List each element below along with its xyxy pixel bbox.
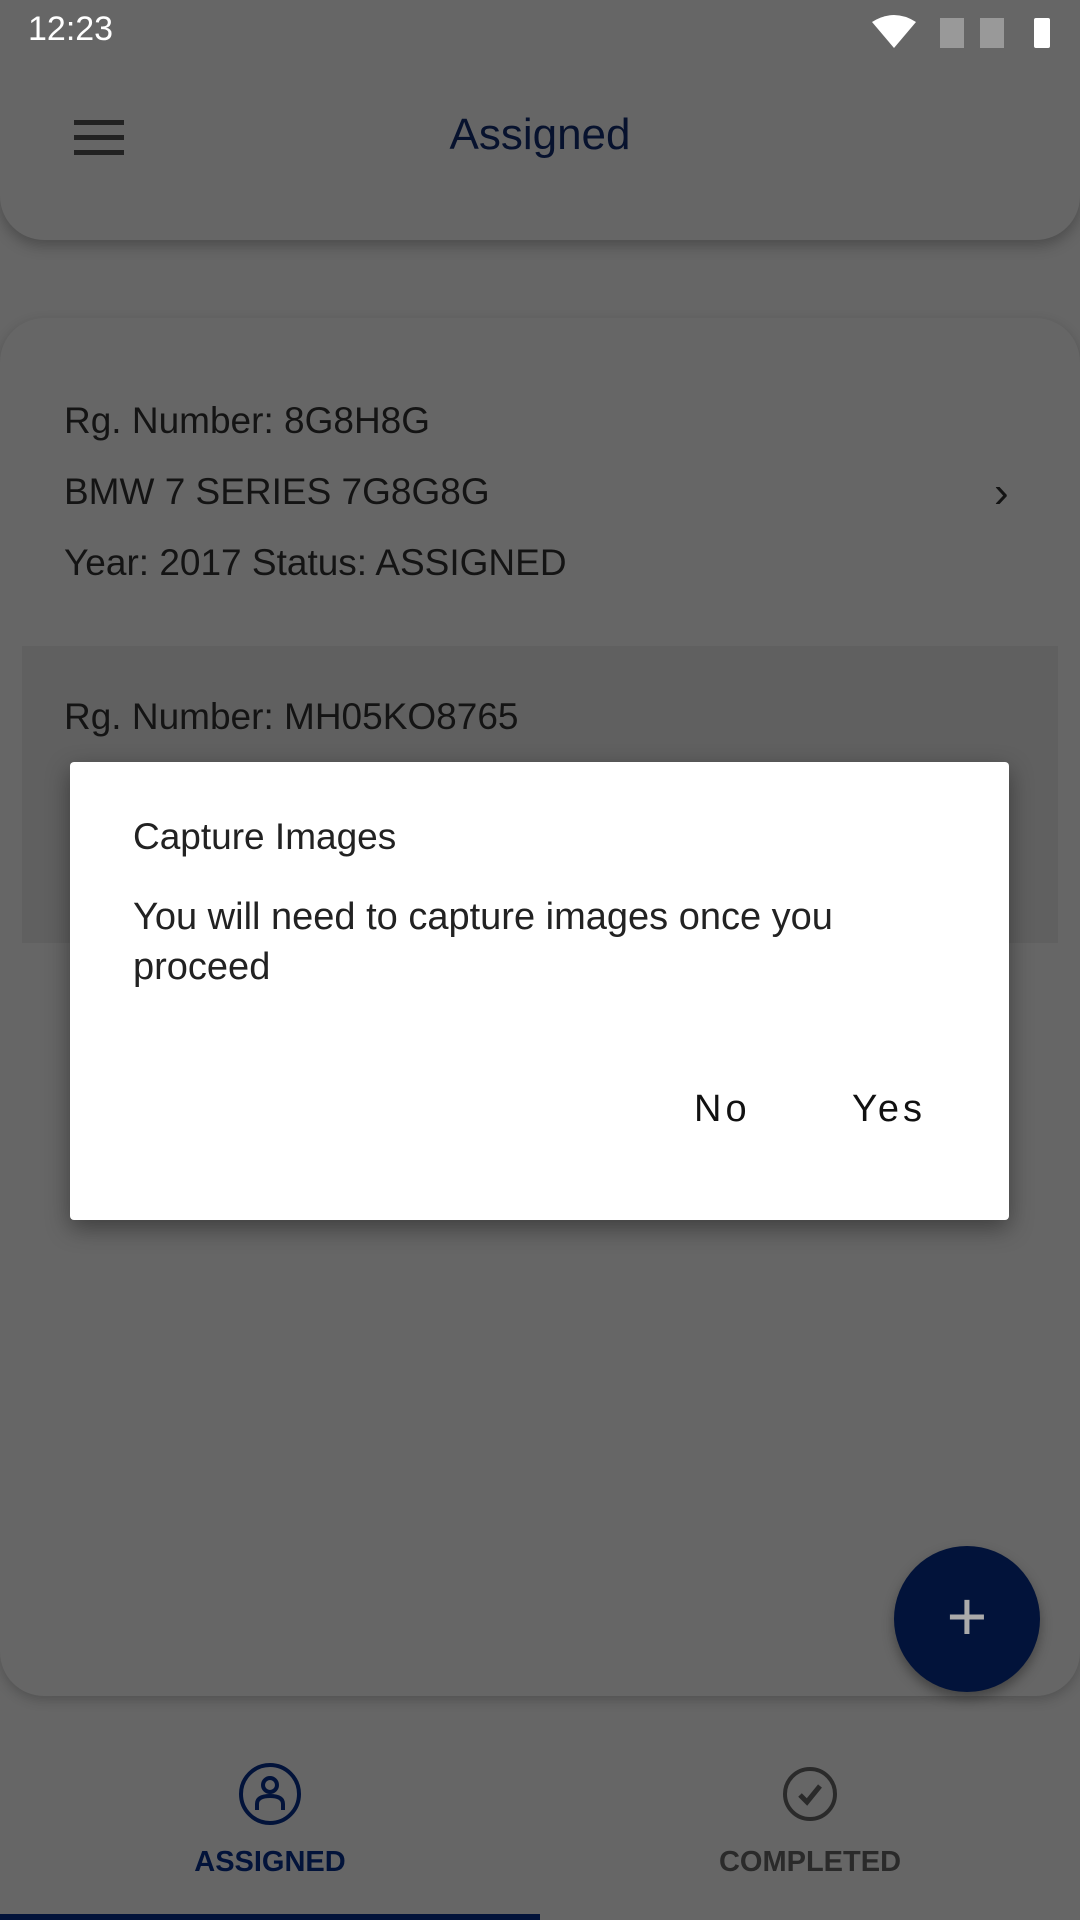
chevron-right-icon: ›: [994, 468, 1009, 517]
no-sim-icon: [980, 18, 1004, 48]
status-bar: 12:23: [0, 0, 1080, 64]
yes-button[interactable]: Yes: [852, 1088, 926, 1131]
tab-assigned[interactable]: ASSIGNED: [0, 1714, 540, 1920]
add-button[interactable]: +: [894, 1546, 1040, 1692]
reg-number: Rg. Number: MH05KO8765: [64, 696, 519, 737]
tab-label: ASSIGNED: [194, 1846, 346, 1878]
tab-label: COMPLETED: [718, 1846, 902, 1878]
dialog-message: You will need to capture images once you…: [133, 896, 833, 988]
page-title: Assigned: [449, 110, 631, 159]
no-button[interactable]: No: [694, 1088, 751, 1131]
battery-icon: [1034, 18, 1050, 48]
user-circle-icon: [239, 1763, 301, 1825]
status-icons: [872, 15, 1050, 48]
tab-completed[interactable]: COMPLETED: [540, 1714, 1080, 1920]
dialog-title: Capture Images: [133, 816, 397, 857]
capture-images-dialog: Capture Images You will need to capture …: [70, 762, 1009, 1220]
status-time: 12:23: [28, 10, 114, 48]
bottom-nav: ASSIGNED COMPLETED: [0, 1714, 1080, 1920]
year-status: Year: 2017 Status: ASSIGNED: [64, 542, 567, 583]
check-circle-icon: [783, 1767, 837, 1821]
list-item[interactable]: Rg. Number: 8G8H8G BMW 7 SERIES 7G8G8G Y…: [0, 318, 1080, 638]
wifi-icon: [872, 15, 916, 48]
active-tab-indicator: [0, 1914, 540, 1920]
reg-number: Rg. Number: 8G8H8G: [64, 400, 431, 441]
no-sim-icon: [940, 18, 964, 48]
vehicle-info: BMW 7 SERIES 7G8G8G: [64, 471, 490, 512]
